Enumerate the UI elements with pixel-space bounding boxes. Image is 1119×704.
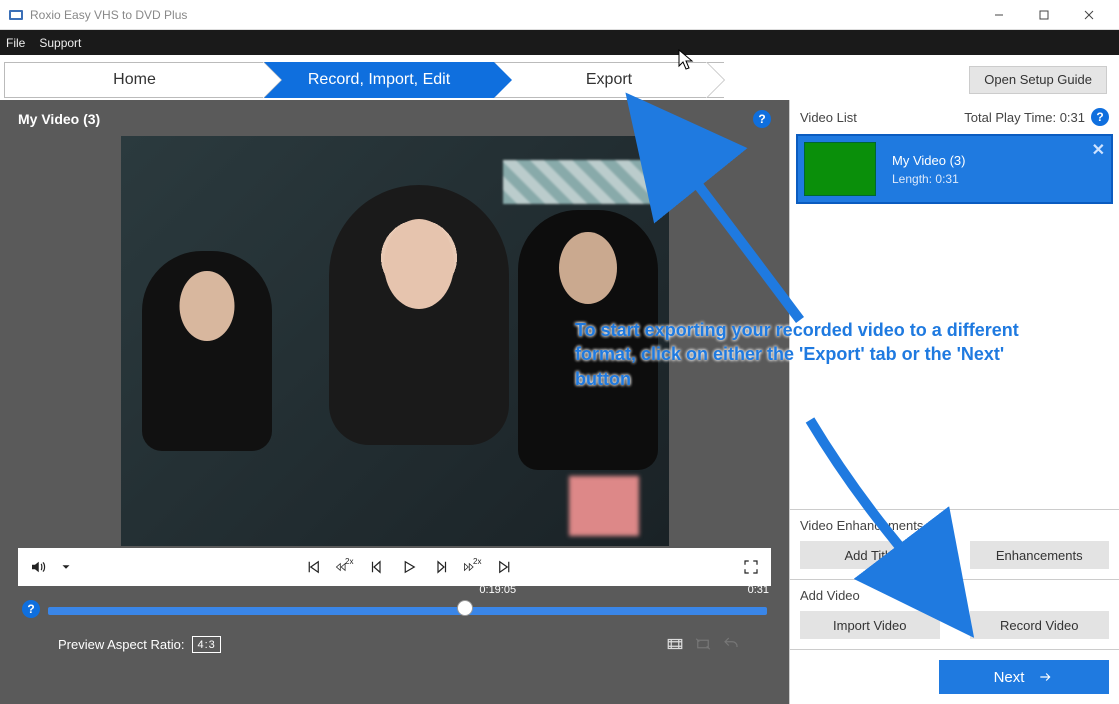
skip-start-icon[interactable] — [303, 557, 323, 577]
video-item-length: 0:31 — [935, 172, 958, 186]
step-forward-icon[interactable] — [431, 557, 451, 577]
timeline-position: 0:19:05 — [479, 584, 516, 596]
sidebar: Video List Total Play Time: 0:31 ? My Vi… — [789, 100, 1119, 704]
preview-panel: My Video (3) ? 2x 2x — [0, 100, 789, 704]
undo-icon[interactable] — [721, 634, 741, 654]
step-record-label: Record, Import, Edit — [308, 71, 450, 89]
titlebar: Roxio Easy VHS to DVD Plus — [0, 0, 1119, 30]
video-list-item[interactable]: My Video (3) Length: 0:31 ✕ — [796, 134, 1113, 204]
fullscreen-icon[interactable] — [741, 557, 761, 577]
preview-title: My Video (3) — [18, 111, 100, 127]
remove-video-icon[interactable]: ✕ — [1092, 140, 1105, 160]
step-back-icon[interactable] — [367, 557, 387, 577]
video-enhancements-title: Video Enhancements — [800, 518, 1109, 533]
open-setup-guide-label: Open Setup Guide — [984, 72, 1092, 87]
step-home[interactable]: Home — [4, 62, 264, 98]
forward-2x-icon[interactable]: 2x — [463, 557, 483, 577]
top-nav: Home Record, Import, Edit Export Open Se… — [0, 55, 1119, 100]
step-export-label: Export — [586, 71, 632, 89]
step-nav: Home Record, Import, Edit Export — [4, 62, 724, 98]
timeline-help-icon[interactable]: ? — [22, 600, 40, 618]
app-title: Roxio Easy VHS to DVD Plus — [30, 8, 976, 22]
open-setup-guide-button[interactable]: Open Setup Guide — [969, 66, 1107, 94]
annotation-text: To start exporting your recorded video t… — [575, 318, 1055, 391]
crop-icon[interactable] — [693, 634, 713, 654]
step-record-import-edit[interactable]: Record, Import, Edit — [264, 62, 494, 98]
close-button[interactable] — [1066, 0, 1111, 30]
window-controls — [976, 0, 1111, 30]
skip-end-icon[interactable] — [495, 557, 515, 577]
volume-icon[interactable] — [28, 557, 48, 577]
video-item-thumb — [804, 142, 876, 196]
cursor-icon — [678, 49, 696, 73]
aspect-ratio-button[interactable]: 4:3 — [192, 636, 220, 653]
timeline-end: 0:31 — [748, 584, 769, 596]
filmstrip-icon[interactable] — [665, 634, 685, 654]
timeline-slider[interactable]: 0:19:05 0:31 — [48, 600, 767, 618]
player-controls: 2x 2x — [18, 548, 771, 586]
add-video-title: Add Video — [800, 588, 1109, 603]
play-icon[interactable] — [399, 557, 419, 577]
volume-dropdown-icon[interactable] — [56, 557, 76, 577]
enhancements-button[interactable]: Enhancements — [970, 541, 1110, 569]
record-video-button[interactable]: Record Video — [970, 611, 1110, 639]
next-button[interactable]: Next — [939, 660, 1109, 694]
help-icon[interactable]: ? — [753, 110, 771, 128]
app-icon — [8, 7, 24, 23]
video-list-header: Video List — [800, 110, 857, 125]
timeline-thumb[interactable] — [458, 601, 472, 615]
menu-file[interactable]: File — [6, 36, 25, 50]
step-home-label: Home — [113, 71, 156, 89]
maximize-button[interactable] — [1021, 0, 1066, 30]
sidebar-help-icon[interactable]: ? — [1091, 108, 1109, 126]
add-title-button[interactable]: Add Title — [800, 541, 940, 569]
video-enhancements-section: Video Enhancements Add Title Enhancement… — [790, 509, 1119, 579]
menu-support[interactable]: Support — [39, 36, 81, 50]
import-video-button[interactable]: Import Video — [800, 611, 940, 639]
aspect-ratio-label: Preview Aspect Ratio: — [58, 637, 184, 652]
add-video-section: Add Video Import Video Record Video — [790, 579, 1119, 649]
total-play-time: 0:31 — [1060, 110, 1085, 125]
menubar: File Support — [0, 30, 1119, 55]
video-item-title: My Video (3) — [892, 153, 965, 168]
rewind-2x-icon[interactable]: 2x — [335, 557, 355, 577]
minimize-button[interactable] — [976, 0, 1021, 30]
next-button-label: Next — [994, 669, 1025, 686]
